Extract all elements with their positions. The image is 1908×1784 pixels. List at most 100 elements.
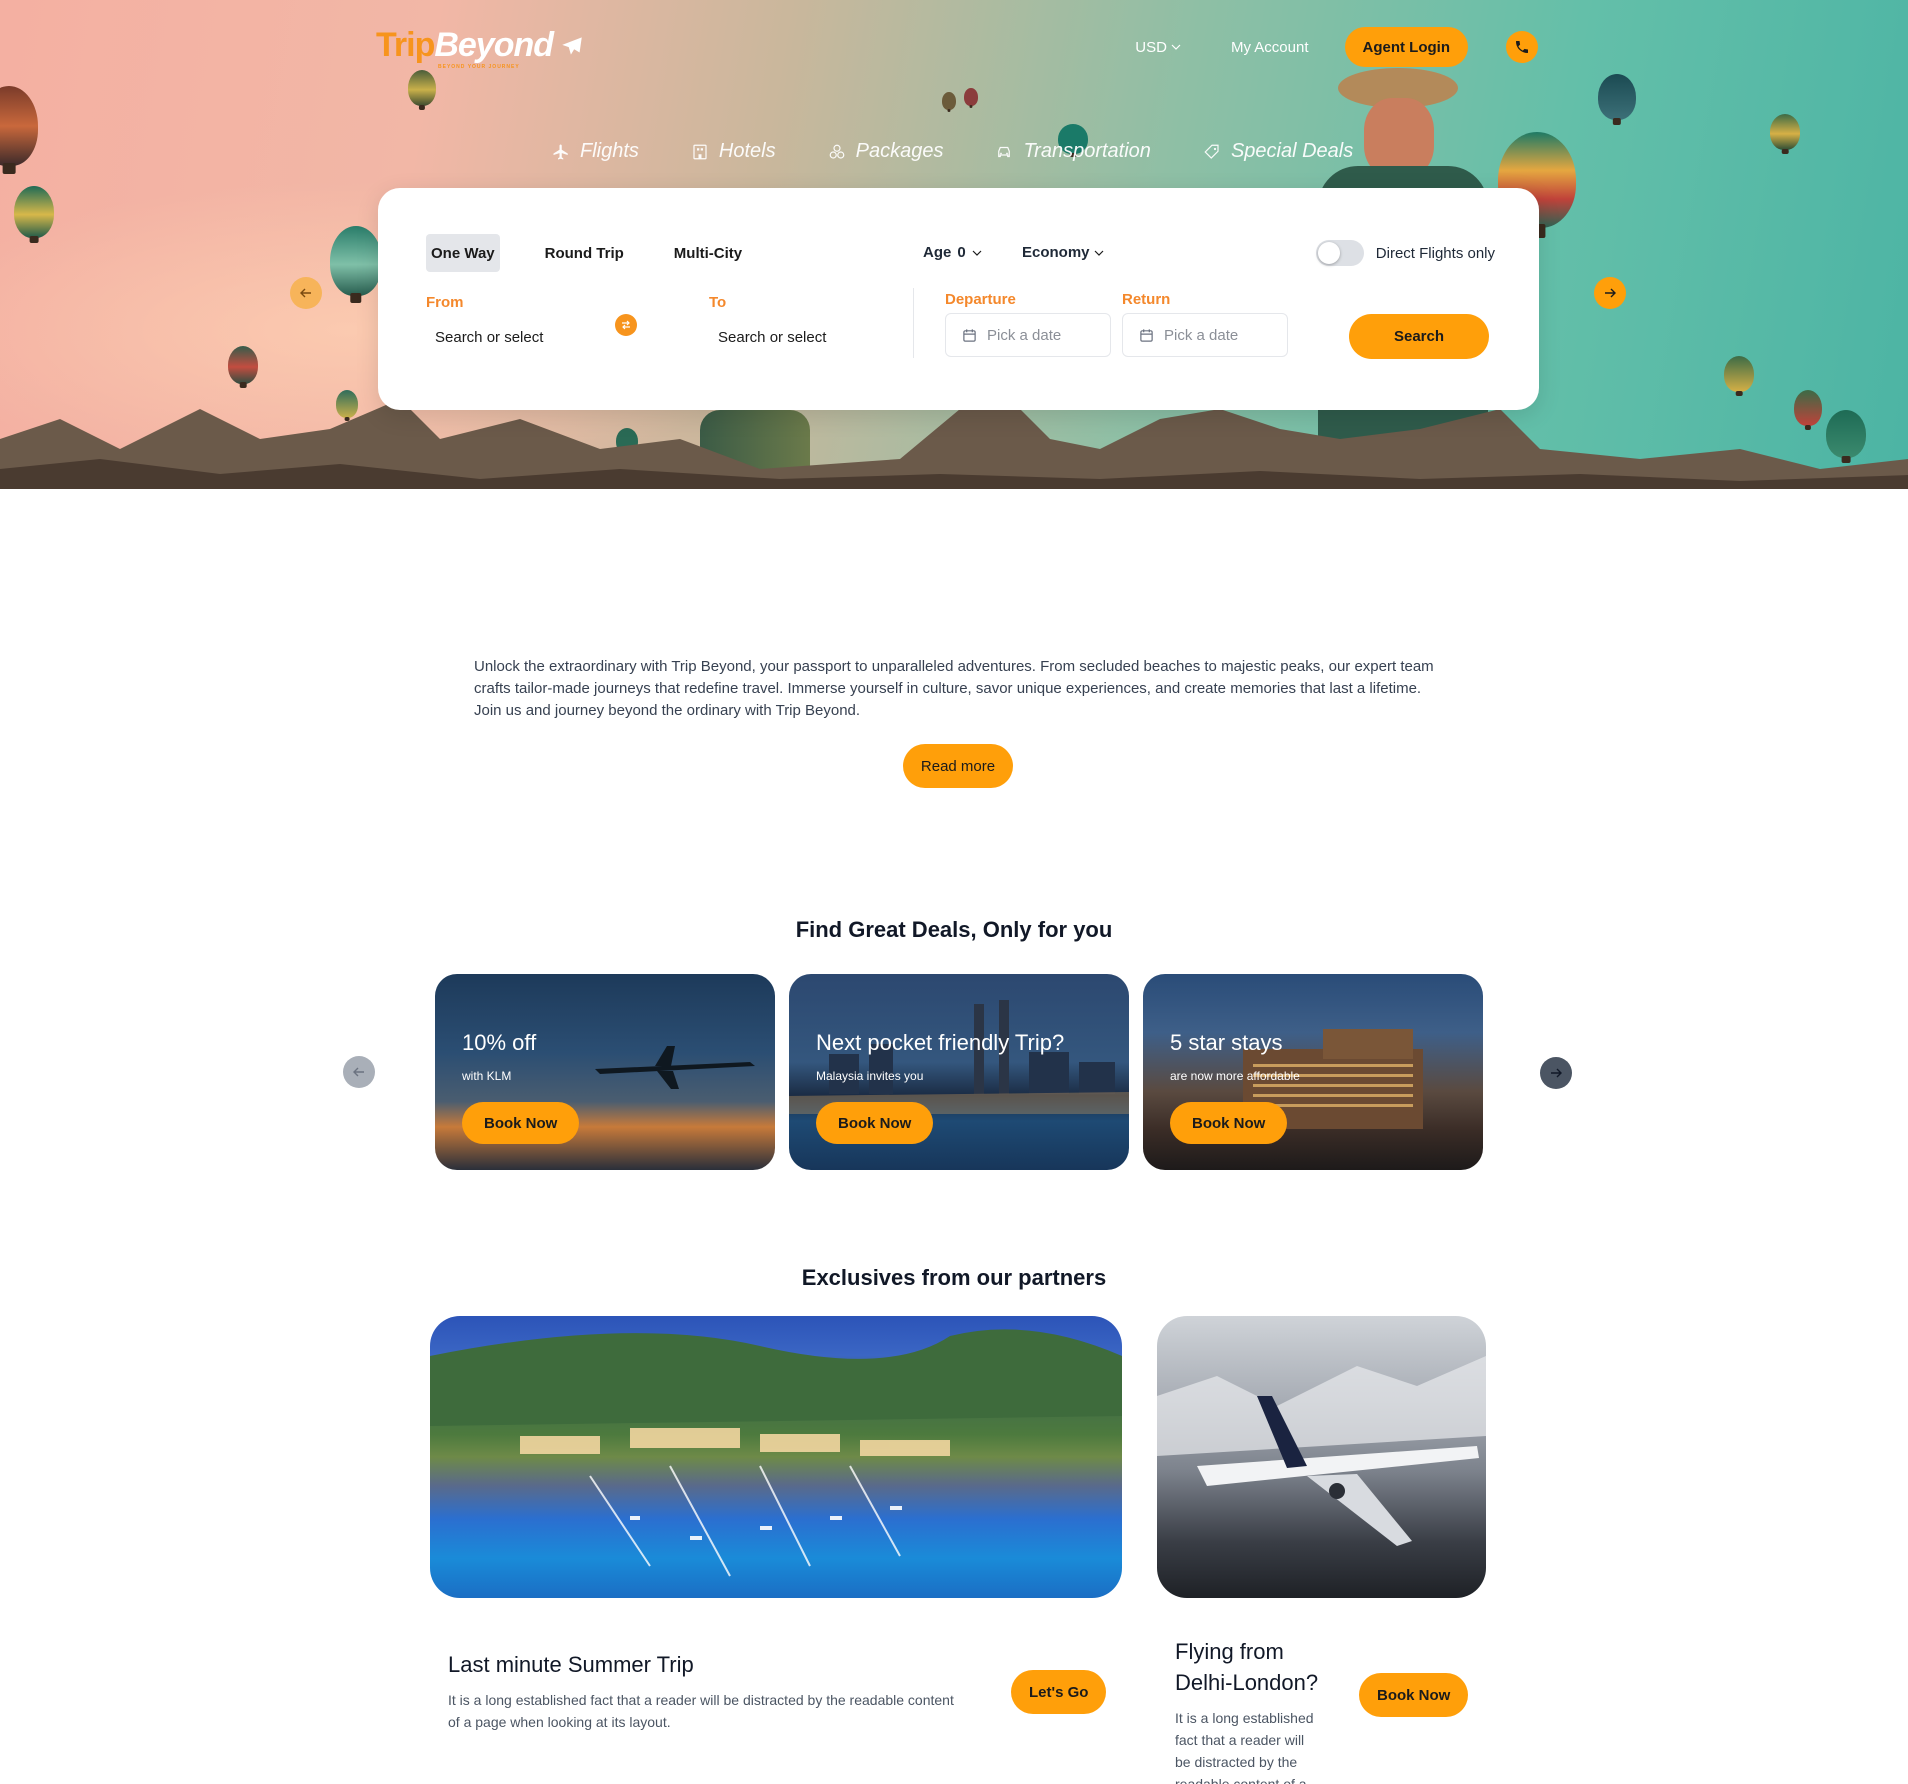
hero-banner: Trip Beyond BEYOND YOUR JOURNEY USD My A… [0,0,1908,489]
partner-description: It is a long established fact that a rea… [448,1692,954,1730]
tab-label: Special Deals [1230,140,1354,162]
from-input[interactable]: Search or select [435,329,543,346]
trip-type-selector: One Way Round Trip Multi-City [426,234,747,272]
brand-logo[interactable]: Trip Beyond BEYOND YOUR JOURNEY [376,26,587,70]
logo-plane-icon [562,36,582,55]
balloon-image [964,88,978,106]
agent-login-button[interactable]: Agent Login [1344,27,1468,67]
partner-title-line: Flying from [1175,1639,1284,1664]
hotel-icon [693,144,707,159]
return-date-input[interactable]: Pick a date [1122,313,1288,357]
deal-subtitle: with KLM [462,1069,512,1083]
chevron-down-icon [972,250,982,256]
balloon-image [408,70,436,106]
arrow-right-icon [1605,288,1616,298]
delta-airplane-image [1157,1356,1486,1546]
deal-title: 5 star stays [1170,1030,1283,1055]
swap-icon [622,320,630,330]
trip-type-round-trip[interactable]: Round Trip [540,234,629,272]
tab-label: Flights [580,140,639,162]
calendar-icon [1140,328,1153,342]
deal-book-now-button[interactable]: Book Now [816,1102,934,1144]
arrow-left-icon [353,1067,364,1077]
arrow-left-icon [300,288,311,298]
swap-locations-button[interactable] [615,314,637,336]
tab-hotels[interactable]: Hotels [691,140,776,163]
read-more-button[interactable]: Read more [903,744,1013,788]
flight-search-panel: One Way Round Trip Multi-City Age 0 Econ… [378,188,1539,410]
partner-description-line: It is a long established [1175,1710,1314,1726]
phone-button[interactable] [1506,31,1538,63]
search-button[interactable]: Search [1349,314,1489,359]
return-placeholder: Pick a date [1164,326,1239,344]
direct-flights-toggle-group: Direct Flights only [1315,240,1495,266]
tab-transportation[interactable]: Transportation [995,140,1151,163]
partner-title: Flying from Delhi-London? [1175,1636,1318,1698]
deal-book-now-button[interactable]: Book Now [1170,1102,1288,1144]
arrow-right-icon [1551,1068,1562,1078]
deal-book-now-button[interactable]: Book Now [462,1102,580,1144]
departure-date-input[interactable]: Pick a date [945,313,1111,357]
partner-description-line: be distracted by the [1175,1754,1298,1770]
partner-image-delta-plane[interactable] [1157,1316,1486,1598]
deal-subtitle: are now more affordable [1170,1069,1300,1083]
deal-title: 10% off [462,1030,537,1055]
partner-image-marina-resort[interactable] [430,1316,1122,1598]
tab-packages[interactable]: Packages [828,140,944,163]
to-input[interactable]: Search or select [718,329,826,346]
top-navigation: USD My Account Agent Login [1135,27,1538,67]
logo-text-trip: Trip [376,26,435,64]
age-value: 0 [957,244,966,261]
my-account-link[interactable]: My Account [1231,39,1309,56]
deal-title: Next pocket friendly Trip? [816,1030,1065,1055]
intro-paragraph: Unlock the extraordinary with Trip Beyon… [474,658,1434,719]
tab-label: Hotels [718,140,776,162]
age-label: Age [923,244,952,261]
balloon-image [942,92,956,110]
packages-icon [829,144,844,159]
product-tabs: Flights Hotels Packages Transportation S… [552,140,1353,163]
deals-next-button[interactable] [1540,1057,1572,1089]
deal-card[interactable]: 5 star stays are now more affordable Boo… [1143,974,1483,1170]
hero-prev-button[interactable] [290,277,322,309]
partners-section-title: Exclusives from our partners [801,1265,1107,1290]
calendar-icon [963,328,976,342]
cabin-class-value: Economy [1022,244,1090,261]
logo-text-beyond: Beyond [434,26,554,64]
deals-section-title: Find Great Deals, Only for you [795,917,1113,942]
tab-special-deals[interactable]: Special Deals [1203,140,1353,163]
lets-go-button[interactable]: Let's Go [1011,1670,1107,1714]
age-selector[interactable]: Age 0 [923,244,982,261]
tag-icon [1204,144,1219,159]
chevron-down-icon [1094,250,1103,256]
deal-card[interactable]: Next pocket friendly Trip? Malaysia invi… [789,974,1129,1170]
deals-prev-button[interactable] [343,1056,375,1088]
direct-flights-label: Direct Flights only [1375,244,1495,262]
tab-label: Packages [855,140,944,162]
departure-label: Departure [945,291,1016,308]
tab-flights[interactable]: Flights [552,140,639,163]
hero-next-button[interactable] [1594,277,1626,309]
trip-type-multi-city[interactable]: Multi-City [669,234,747,272]
balloon-image [1598,74,1636,120]
departure-placeholder: Pick a date [987,326,1062,344]
tab-label: Transportation [1023,140,1151,162]
balloon-image [0,86,38,166]
balloon-image [14,186,54,238]
trip-type-one-way[interactable]: One Way [426,234,500,272]
chevron-down-icon [1171,44,1181,50]
return-label: Return [1122,291,1171,308]
partner-title: Last minute Summer Trip [448,1652,694,1677]
from-label: From [426,294,464,311]
car-icon [998,146,1011,157]
book-now-button[interactable]: Book Now [1359,1673,1469,1717]
direct-flights-toggle[interactable] [1315,240,1364,266]
currency-selector[interactable]: USD [1135,39,1181,56]
deal-card[interactable]: 10% off with KLM Book Now [435,974,775,1170]
logo-tagline: BEYOND YOUR JOURNEY [438,64,520,70]
cabin-class-selector[interactable]: Economy [1022,244,1104,261]
deal-subtitle: Malaysia invites you [816,1069,924,1083]
currency-label: USD [1135,38,1167,56]
partner-description: It is a long established fact that a rea… [1175,1707,1345,1784]
partner-description-line: readable content of a [1175,1776,1307,1784]
